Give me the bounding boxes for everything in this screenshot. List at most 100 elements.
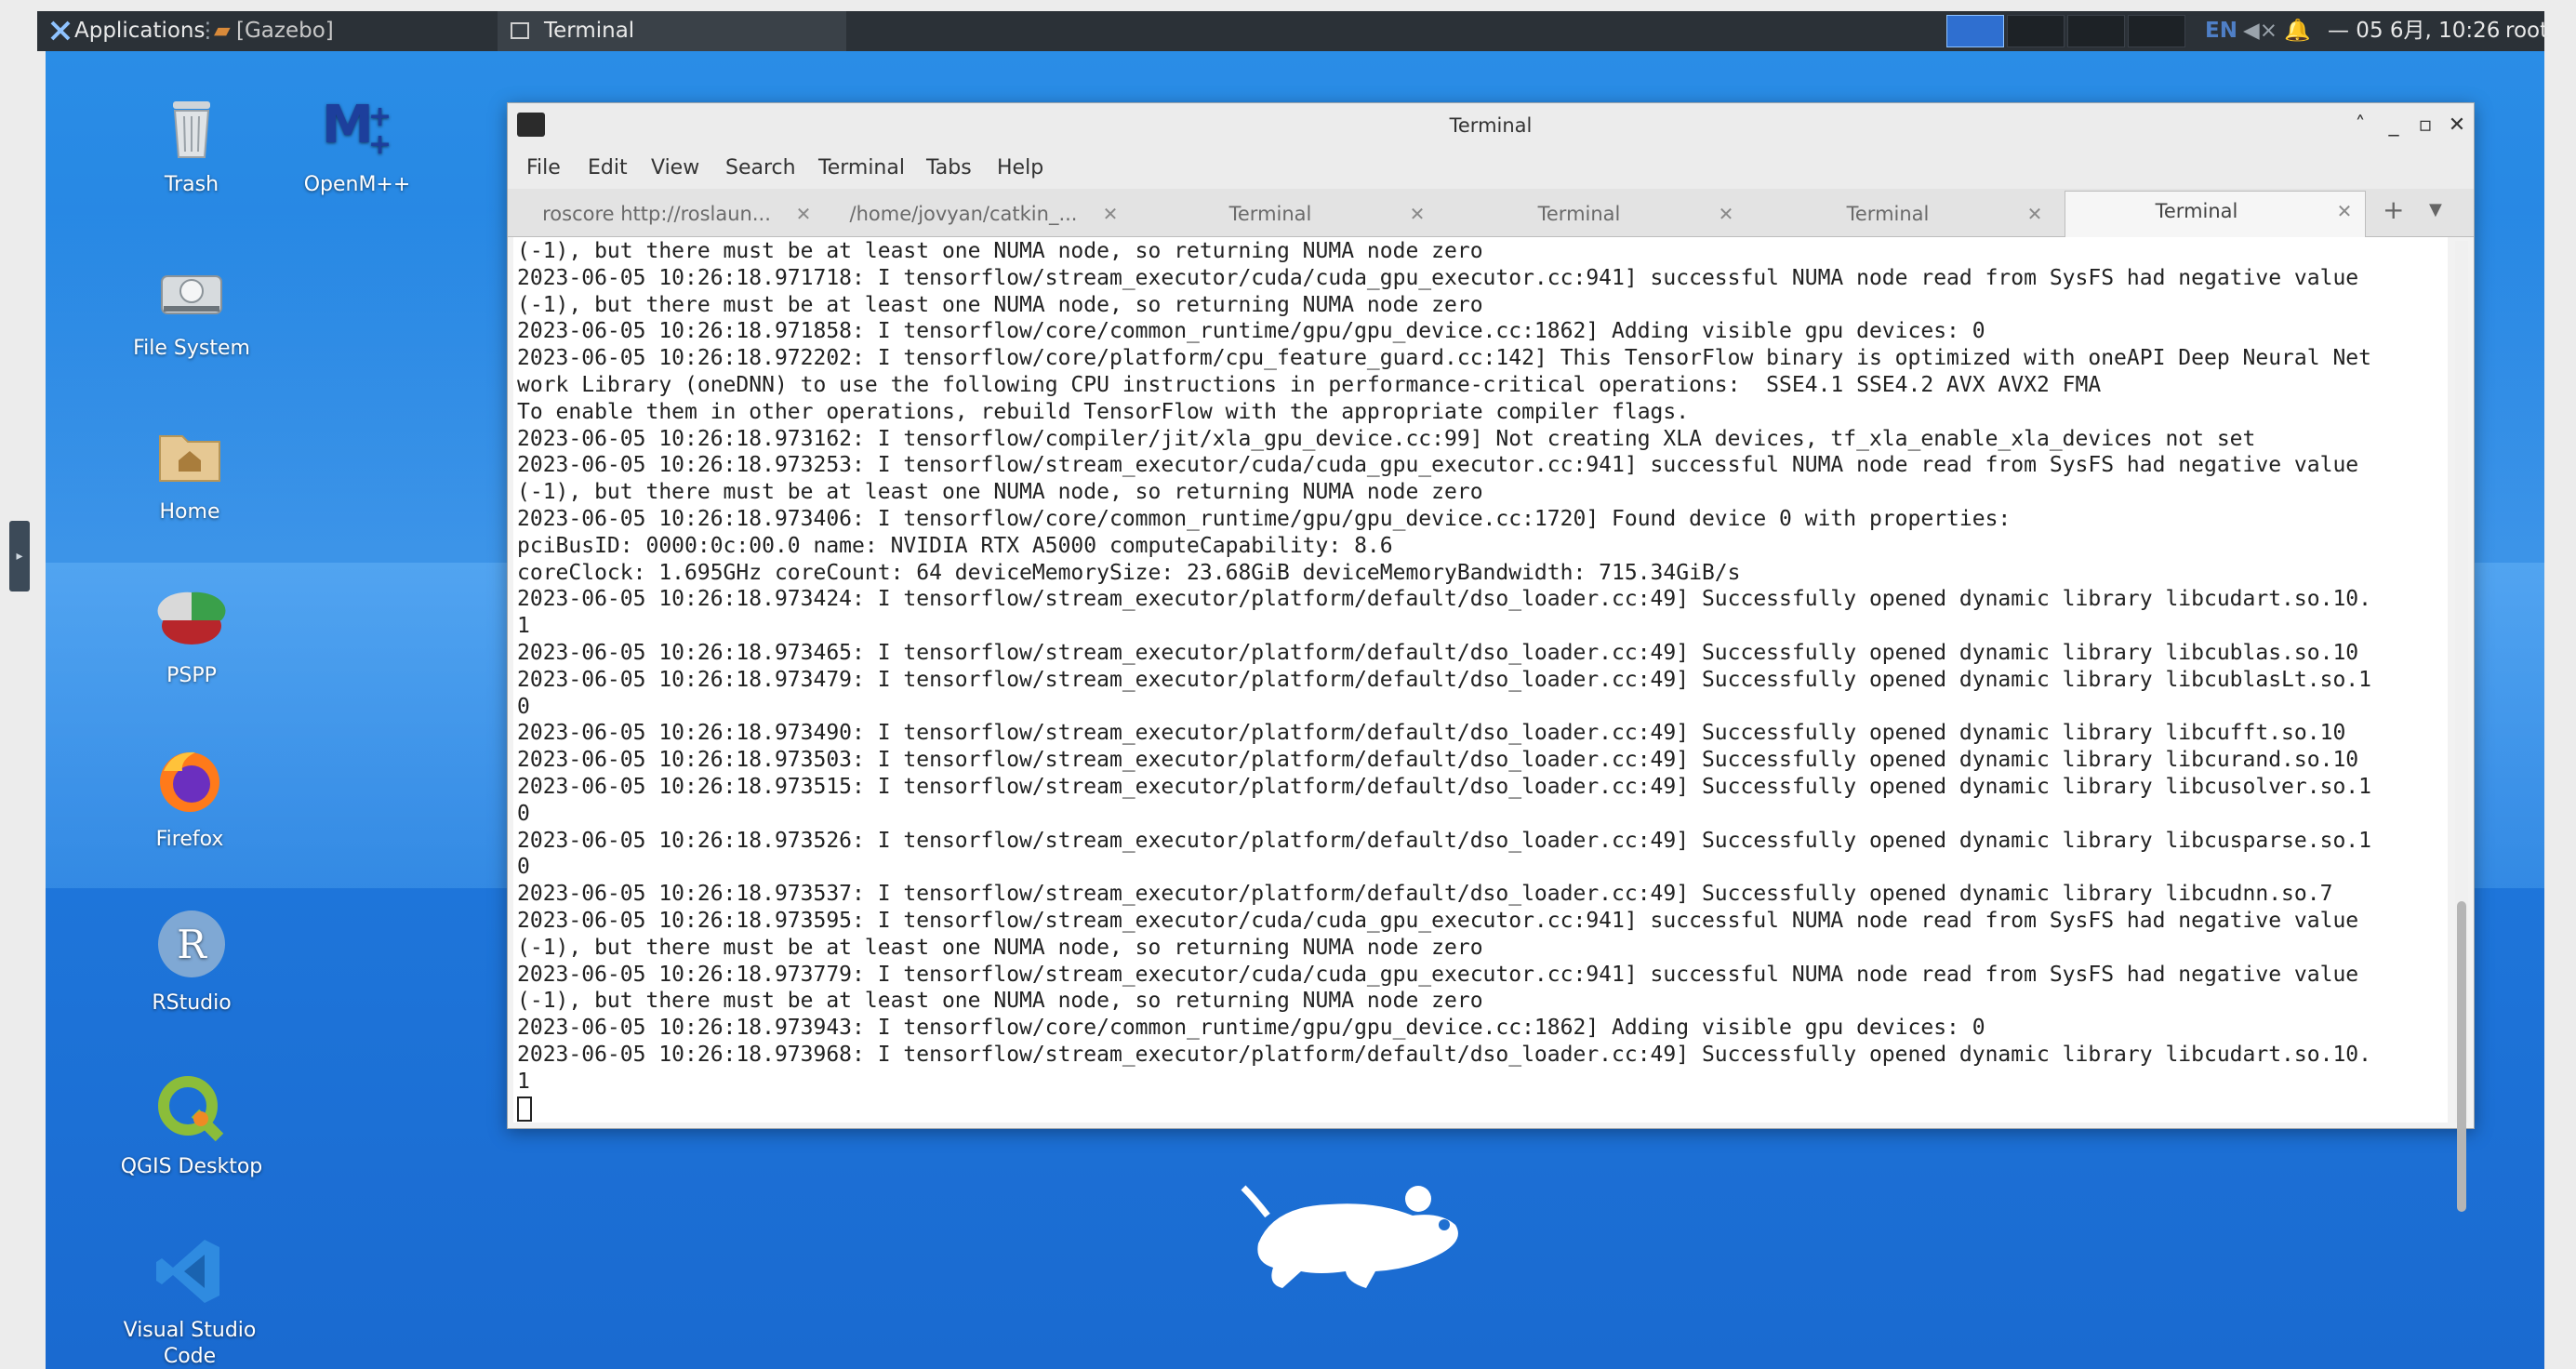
desktop-icon-label: Trash (164, 173, 219, 196)
output-line: 2023-06-05 10:26:18.973253: I tensorflow… (517, 453, 2359, 478)
workspace-2[interactable] (2007, 15, 2065, 47)
output-line: 2023-06-05 10:26:18.973162: I tensorflow… (517, 426, 2256, 451)
desktop-icon-vscode[interactable]: Visual Studio Code (111, 1234, 269, 1369)
keyboard-layout[interactable]: EN (2205, 11, 2237, 51)
tab-close-icon[interactable]: ✕ (2331, 192, 2357, 231)
output-line: 2023-06-05 10:26:18.973503: I tensorflow… (517, 748, 2359, 773)
desktop-icon-label: Visual Studio Code (123, 1319, 257, 1368)
tab-label: roscore http://roslaun... (542, 203, 771, 225)
close-button[interactable]: ✕ (2444, 113, 2470, 139)
taskbar-label: Terminal (544, 19, 635, 43)
openm-icon: M + + (320, 88, 394, 163)
taskbar-item-terminal[interactable]: Terminal (498, 11, 846, 51)
rstudio-icon: R (154, 907, 229, 981)
new-tab-plus-icon[interactable]: + (2383, 194, 2404, 225)
menu-help[interactable]: Help (997, 156, 1043, 179)
tab-terminal-active[interactable]: Terminal ✕ (2065, 191, 2366, 237)
menu-file[interactable]: File (526, 156, 561, 179)
output-line: 2023-06-05 10:26:18.973943: I tensorflow… (517, 1016, 1985, 1041)
tab-terminal-5[interactable]: Terminal ✕ (1758, 194, 2055, 237)
output-line: 2023-06-05 10:26:18.973465: I tensorflow… (517, 640, 2359, 665)
applications-label: Applications (74, 19, 206, 43)
tab-close-icon[interactable]: ✕ (1097, 194, 1123, 233)
tab-bar: roscore http://roslaun... ✕ /home/jovyan… (508, 189, 2474, 237)
desktop-icon-label: PSPP (166, 664, 217, 687)
tab-close-icon[interactable]: ✕ (2022, 194, 2048, 233)
xfce-mouse-logo (1236, 1178, 1478, 1299)
vertical-scrollbar[interactable] (2455, 241, 2468, 1212)
menu-view[interactable]: View (651, 156, 699, 179)
tab-close-icon[interactable]: ✕ (1404, 194, 1430, 233)
workspace-3[interactable] (2067, 15, 2125, 47)
output-line: 2023-06-05 10:26:18.973537: I tensorflow… (517, 882, 2333, 907)
output-line: 2023-06-05 10:26:18.971858: I tensorflow… (517, 319, 1985, 344)
output-line: coreClock: 1.695GHz coreCount: 64 device… (517, 560, 1741, 585)
desktop-icon-label: QGIS Desktop (120, 1155, 263, 1178)
menu-search[interactable]: Search (725, 156, 796, 179)
output-line: 2023-06-05 10:26:18.973490: I tensorflow… (517, 721, 2346, 746)
window-titlebar[interactable]: Terminal ˄ _ ▫ ✕ (508, 103, 2474, 148)
output-line: 2023-06-05 10:26:18.971718: I tensorflow… (517, 265, 2359, 290)
desktop-icon-qgis[interactable]: QGIS Desktop (113, 1070, 271, 1180)
shade-button[interactable]: ˄ (2347, 113, 2373, 139)
menu-terminal[interactable]: Terminal (818, 156, 905, 179)
tab-close-icon[interactable]: ✕ (790, 194, 817, 233)
desktop-icon-label: OpenM++ (303, 173, 411, 196)
scrollbar-thumb[interactable] (2457, 901, 2466, 1212)
side-panel-handle[interactable]: ▸ (9, 521, 30, 591)
output-line: 2023-06-05 10:26:18.973526: I tensorflow… (517, 828, 2371, 853)
menu-tabs[interactable]: Tabs (926, 156, 972, 179)
user-name[interactable]: root (2505, 11, 2548, 51)
desktop-icon-trash[interactable]: Trash (113, 88, 271, 198)
drive-icon (154, 252, 229, 326)
desktop-icon-rstudio[interactable]: R RStudio (113, 907, 271, 1017)
desktop-icon-label: Firefox (155, 828, 224, 851)
output-line: To enable them in other operations, rebu… (517, 399, 1690, 424)
output-line: 1 (517, 1069, 530, 1094)
output-line: 0 (517, 855, 530, 880)
taskbar-item-gazebo[interactable]: ▰ [Gazebo] (212, 11, 533, 51)
applications-menu[interactable]: Applications ⋮ (37, 11, 219, 51)
maximize-button[interactable]: ▫ (2412, 113, 2438, 139)
desktop-icon-file-system[interactable]: File System (113, 252, 271, 362)
svg-text:R: R (177, 922, 207, 967)
output-line: 0 (517, 801, 530, 826)
firefox-icon (153, 743, 227, 817)
clock[interactable]: — 05 6月, 10:26 (2328, 11, 2500, 51)
desktop-icon-firefox[interactable]: Firefox (111, 743, 269, 853)
tab-roscore[interactable]: roscore http://roslaun... ✕ (526, 194, 824, 237)
output-line: 2023-06-05 10:26:18.973595: I tensorflow… (517, 908, 2359, 933)
output-line: 2023-06-05 10:26:18.973515: I tensorflow… (517, 774, 2371, 799)
workspace-4[interactable] (2128, 15, 2185, 47)
svg-text:M: M (322, 95, 374, 155)
tab-terminal-3[interactable]: Terminal ✕ (1140, 194, 1438, 237)
text-cursor (517, 1096, 532, 1122)
pspp-icon (154, 579, 229, 654)
tab-catkin[interactable]: /home/jovyan/catkin_... ✕ (833, 194, 1131, 237)
prompt-line[interactable] (517, 1096, 2444, 1123)
tab-label: Terminal (2155, 200, 2238, 222)
xfce-logo-icon (50, 20, 71, 41)
output-line: (-1), but there must be at least one NUM… (517, 292, 1483, 317)
tab-close-icon[interactable]: ✕ (1713, 194, 1739, 233)
desktop-icon-openm[interactable]: M + + OpenM++ (278, 88, 436, 198)
tab-list-chevron-down-icon[interactable]: ▼ (2429, 200, 2442, 219)
desktop-icon-home[interactable]: Home (111, 416, 269, 525)
workspace-1[interactable] (1946, 15, 2004, 47)
terminal-icon (511, 22, 529, 39)
notification-bell-icon[interactable]: 🔔 (2284, 11, 2311, 51)
desktop-icon-label: File System (133, 337, 250, 360)
desktop-icon-label: Home (159, 500, 220, 524)
output-line: 2023-06-05 10:26:18.973424: I tensorflow… (517, 587, 2371, 612)
output-line: 2023-06-05 10:26:18.973479: I tensorflow… (517, 667, 2371, 692)
output-line: (-1), but there must be at least one NUM… (517, 239, 1483, 263)
output-line: 2023-06-05 10:26:18.973406: I tensorflow… (517, 506, 2012, 531)
taskbar-label: [Gazebo] (236, 19, 334, 43)
desktop-icon-pspp[interactable]: PSPP (113, 579, 271, 689)
tab-terminal-4[interactable]: Terminal ✕ (1449, 194, 1746, 237)
minimize-button[interactable]: _ (2381, 113, 2407, 139)
volume-muted-icon[interactable]: ◀× (2243, 11, 2277, 51)
terminal-output[interactable]: (-1), but there must be at least one NUM… (513, 237, 2448, 1123)
menu-edit[interactable]: Edit (588, 156, 628, 179)
output-line: 2023-06-05 10:26:18.973968: I tensorflow… (517, 1042, 2371, 1067)
